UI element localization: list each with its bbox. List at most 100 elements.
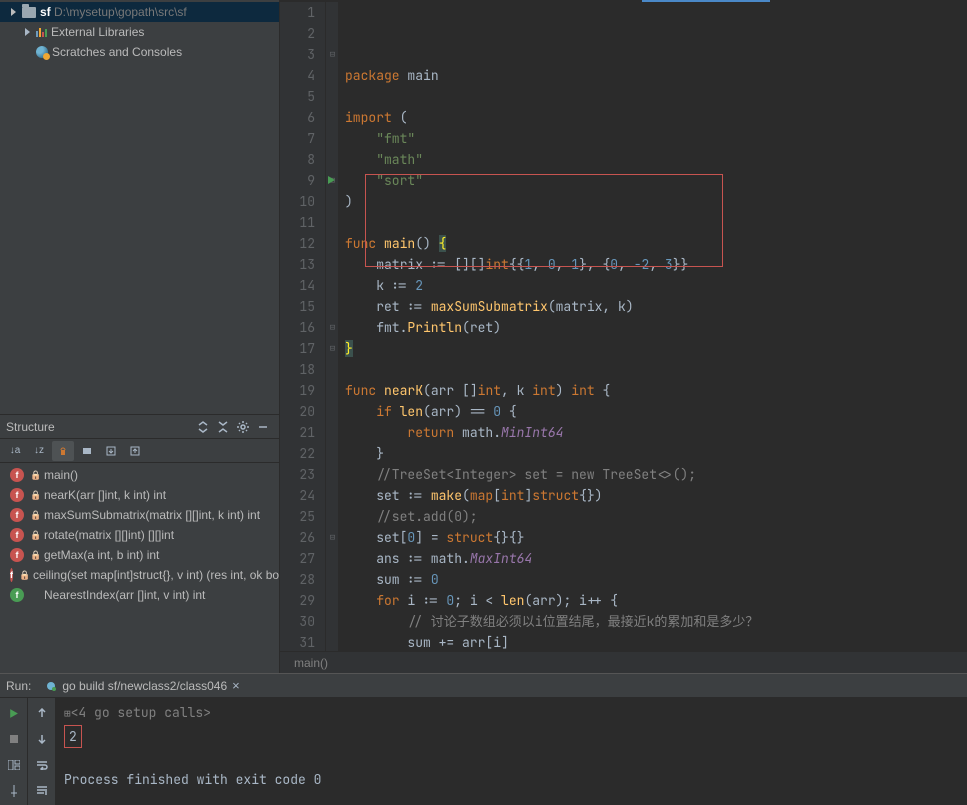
code-line[interactable]: ans := math.MaxInt64 (345, 548, 967, 569)
breadcrumb-label: main() (294, 656, 328, 670)
tree-root[interactable]: sf D:\mysetup\gopath\src\sf (0, 2, 279, 22)
code-line[interactable]: if len(arr) == 0 { (345, 401, 967, 422)
project-tree[interactable]: sf D:\mysetup\gopath\src\sf External Lib… (0, 0, 279, 414)
tree-root-label: sf D:\mysetup\gopath\src\sf (40, 5, 187, 19)
code-content[interactable]: package main import ( "fmt" "math" "sort"… (339, 2, 967, 651)
fold-marker[interactable] (327, 280, 338, 291)
code-line[interactable]: package main (345, 65, 967, 86)
tree-scratches[interactable]: Scratches and Consoles (0, 42, 279, 62)
structure-item[interactable]: f🔒ceiling(set map[int]struct{}, v int) (… (0, 565, 279, 585)
code-line[interactable]: for i := 0; i < len(arr); i++ { (345, 590, 967, 611)
code-line[interactable]: //set.add(0); (345, 506, 967, 527)
fold-marker[interactable]: ⊟ (327, 343, 338, 354)
code-line[interactable]: matrix := [][]int{{1, 0, 1}, {0, -2, 3}} (345, 254, 967, 275)
console-setup: <4 go setup calls> (71, 704, 211, 721)
code-line[interactable]: return math.MinInt64 (345, 422, 967, 443)
main-area: sf D:\mysetup\gopath\src\sf External Lib… (0, 0, 967, 673)
autoscroll-from-button[interactable] (124, 441, 146, 461)
structure-item-label: main() (44, 468, 78, 482)
function-icon: f (10, 568, 13, 582)
layout-button[interactable] (3, 754, 25, 776)
chevron-right-icon (22, 27, 32, 37)
chevron-right-icon (8, 7, 18, 17)
code-line[interactable]: } (345, 443, 967, 464)
gear-icon[interactable] (233, 417, 253, 437)
structure-item[interactable]: f 🔒 rotate(matrix [][]int) [][]int (0, 525, 279, 545)
structure-item[interactable]: f🔒main() (0, 465, 279, 485)
tree-external-libs[interactable]: External Libraries (0, 22, 279, 42)
function-icon: f (10, 488, 24, 502)
minimize-icon[interactable] (253, 417, 273, 437)
structure-item-label: NearestIndex(arr []int, v int) int (44, 588, 205, 602)
lock-icon: 🔒 (30, 531, 38, 539)
code-line[interactable]: sum += arr[i] (345, 632, 967, 651)
structure-item[interactable]: f 🔒 nearK(arr []int, k int) int (0, 485, 279, 505)
code-line[interactable]: "sort" (345, 170, 967, 191)
sort-alpha-button[interactable]: ↓a (4, 441, 26, 461)
code-line[interactable]: import ( (345, 107, 967, 128)
close-icon[interactable]: × (232, 678, 240, 693)
run-header: Run: go build sf/newclass2/class046 × (0, 674, 967, 698)
code-line[interactable]: "math" (345, 149, 967, 170)
console-output[interactable]: ⊞<4 go setup calls> 2 Process finished w… (56, 698, 967, 805)
code-line[interactable]: fmt.Println(ret) (345, 317, 967, 338)
structure-item-label: getMax(a int, b int) int (44, 548, 159, 562)
code-line[interactable]: ret := maxSumSubmatrix(matrix, k) (345, 296, 967, 317)
code-line[interactable]: func nearK(arr []int, k int) int { (345, 380, 967, 401)
function-icon: f (10, 468, 24, 482)
rerun-button[interactable] (3, 702, 25, 724)
scroll-end-button[interactable] (31, 780, 53, 802)
fold-marker[interactable]: ⊟ (327, 532, 338, 543)
code-line[interactable] (345, 86, 967, 107)
code-line[interactable]: // 讨论子数组必须以i位置结尾，最接近k的累加和是多少？ (345, 611, 967, 632)
fold-marker[interactable] (327, 133, 338, 144)
soft-wrap-button[interactable] (31, 754, 53, 776)
sort-type-button[interactable]: ↓z (28, 441, 50, 461)
run-label: Run: (6, 679, 31, 693)
structure-list[interactable]: f🔒main()f🔒nearK(arr []int, k int) intf🔒m… (0, 463, 279, 673)
run-actions-gutter (0, 698, 28, 805)
structure-item-label: rotate(matrix [][]int) [][]int (44, 528, 174, 542)
down-button[interactable] (31, 728, 53, 750)
fold-marker[interactable]: ⊟ (327, 322, 338, 333)
code-line[interactable] (345, 359, 967, 380)
structure-item-label: nearK(arr []int, k int) int (44, 488, 166, 502)
function-icon: f (10, 508, 24, 522)
code-line[interactable]: set := make(map[int]struct{}) (345, 485, 967, 506)
stop-button[interactable] (3, 728, 25, 750)
code-line[interactable]: //TreeSet<Integer> set = new TreeSet<>()… (345, 464, 967, 485)
code-line[interactable]: } (345, 338, 967, 359)
autoscroll-to-button[interactable] (100, 441, 122, 461)
function-icon: f (10, 548, 24, 562)
code-line[interactable]: k := 2 (345, 275, 967, 296)
code-area[interactable]: 1234567891011121314151617181920212223242… (280, 2, 967, 651)
code-line[interactable]: ) (345, 191, 967, 212)
go-run-icon (45, 680, 57, 692)
lock-icon: 🔒 (30, 551, 38, 559)
console-result: 2 (64, 725, 82, 748)
structure-item[interactable]: fNearestIndex(arr []int, v int) int (0, 585, 279, 605)
expand-all-button[interactable] (76, 441, 98, 461)
external-libs-icon (36, 27, 47, 37)
expand-icon[interactable] (193, 417, 213, 437)
code-line[interactable]: set[0] = struct{}{} (345, 527, 967, 548)
structure-item[interactable]: f🔒maxSumSubmatrix(matrix [][]int, k int)… (0, 505, 279, 525)
function-icon: f (10, 528, 24, 542)
structure-item[interactable]: f 🔒 getMax(a int, b int) int (0, 545, 279, 565)
pin-button[interactable] (3, 780, 25, 802)
lock-icon: 🔒 (30, 491, 38, 499)
fold-column[interactable]: ⊟⊟⊟⊟⊟ (326, 2, 339, 651)
code-line[interactable] (345, 212, 967, 233)
run-tab[interactable]: go build sf/newclass2/class046 × (41, 674, 247, 698)
code-line[interactable]: sum := 0 (345, 569, 967, 590)
code-line[interactable]: func main() { (345, 233, 967, 254)
run-gutter-icon[interactable] (327, 170, 336, 191)
fold-icon[interactable]: ⊞ (64, 707, 71, 721)
up-button[interactable] (31, 702, 53, 724)
collapse-icon[interactable] (213, 417, 233, 437)
breadcrumb-bar[interactable]: main() (280, 651, 967, 673)
fold-marker[interactable] (327, 385, 338, 396)
fold-marker[interactable]: ⊟ (327, 49, 338, 60)
code-line[interactable]: "fmt" (345, 128, 967, 149)
show-private-button[interactable] (52, 441, 74, 461)
